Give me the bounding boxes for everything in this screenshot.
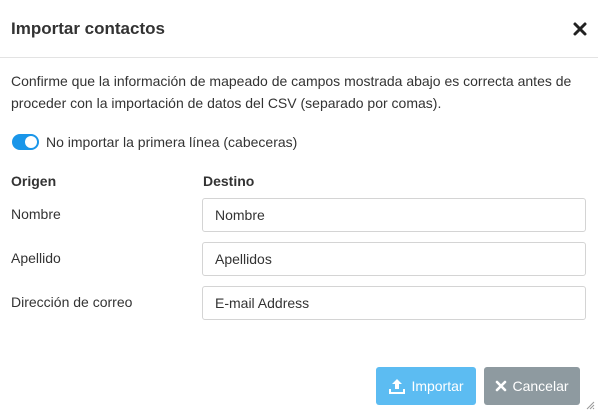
- target-field-input[interactable]: [202, 286, 586, 320]
- import-button[interactable]: Importar: [376, 367, 476, 405]
- description-text: Confirme que la información de mapeado d…: [11, 73, 572, 111]
- import-button-label: Importar: [411, 378, 464, 394]
- source-field-label: Apellido: [11, 250, 61, 266]
- target-field-input[interactable]: [202, 198, 586, 232]
- skip-header-row: No importar la primera línea (cabeceras): [12, 133, 297, 151]
- cancel-button-label: Cancelar: [512, 378, 569, 394]
- import-contacts-dialog: Importar contactos Confirme que la infor…: [0, 0, 598, 413]
- skip-header-toggle[interactable]: [12, 134, 39, 150]
- upload-icon: [389, 379, 406, 394]
- skip-header-label: No importar la primera línea (cabeceras): [46, 134, 298, 150]
- dialog-header: Importar contactos: [0, 0, 598, 58]
- resize-handle-icon[interactable]: [586, 401, 595, 410]
- source-field-label: Nombre: [11, 206, 61, 222]
- close-icon[interactable]: [571, 20, 589, 38]
- target-column-header: Destino: [203, 173, 255, 189]
- source-field-label: Dirección de correo: [11, 294, 133, 310]
- cancel-button[interactable]: Cancelar: [484, 367, 580, 405]
- source-column-header: Origen: [11, 173, 57, 189]
- x-icon: [496, 380, 507, 392]
- toggle-knob: [25, 136, 37, 148]
- target-field-input[interactable]: [202, 242, 586, 276]
- dialog-title: Importar contactos: [11, 19, 165, 38]
